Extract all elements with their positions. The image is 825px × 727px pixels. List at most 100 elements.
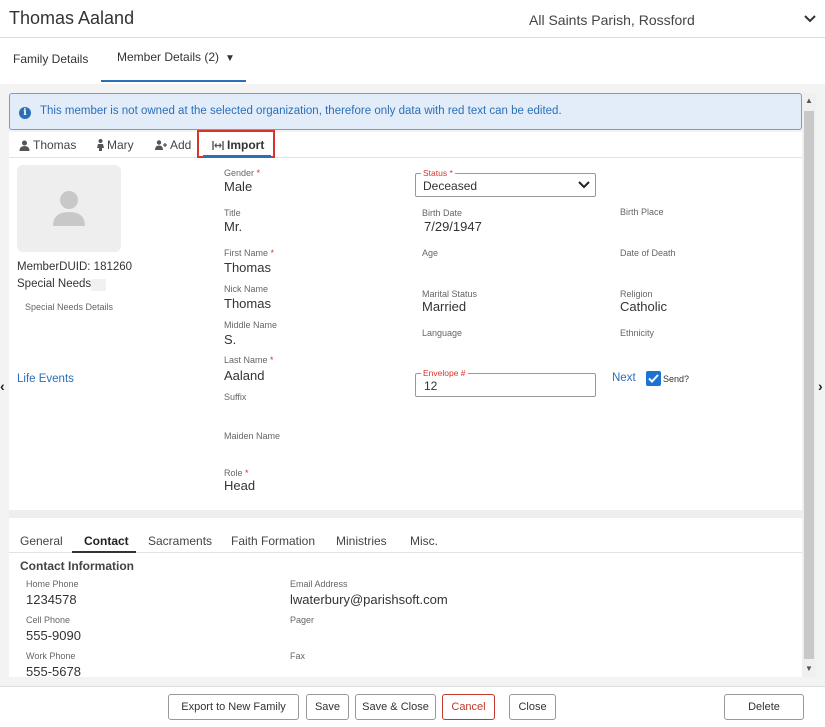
role-label-text: Role xyxy=(224,468,243,478)
avatar-icon xyxy=(53,191,85,226)
next-member-arrow-icon[interactable]: › xyxy=(818,378,823,394)
role-label: Role * xyxy=(224,468,249,478)
tab-faith-formation[interactable]: Faith Formation xyxy=(231,534,315,548)
required-marker: * xyxy=(449,168,453,178)
person-female-icon xyxy=(97,139,104,151)
chevron-down-icon[interactable] xyxy=(803,12,817,26)
religion-value: Catholic xyxy=(620,299,667,314)
member-tab-add[interactable]: Add xyxy=(155,138,191,152)
export-to-new-family-button[interactable]: Export to New Family xyxy=(168,694,299,720)
status-select[interactable]: Status * Deceased xyxy=(415,168,596,197)
email-value: lwaterbury@parishsoft.com xyxy=(290,592,448,607)
alert-text: This member is not owned at the selected… xyxy=(40,105,562,117)
send-checkbox[interactable] xyxy=(646,371,661,386)
birth-date-value: 7/29/1947 xyxy=(424,219,482,234)
tab-contact[interactable]: Contact xyxy=(84,534,129,548)
info-alert: i This member is not owned at the select… xyxy=(9,93,802,130)
first-name-label-text: First Name xyxy=(224,248,269,258)
pager-label: Pager xyxy=(290,615,315,625)
tab-ministries[interactable]: Ministries xyxy=(336,534,387,548)
tab-sacraments[interactable]: Sacraments xyxy=(148,534,212,548)
title-value: Mr. xyxy=(224,219,243,234)
cancel-button[interactable]: Cancel xyxy=(442,694,495,720)
last-name-value: Aaland xyxy=(224,368,265,383)
member-photo-placeholder[interactable] xyxy=(17,165,121,252)
special-needs-label: Special Needs xyxy=(17,278,92,290)
middle-name-value: S. xyxy=(224,332,237,347)
work-phone-value: 555-5678 xyxy=(26,664,81,679)
cell-phone-label: Cell Phone xyxy=(26,615,71,625)
maiden-name-label: Maiden Name xyxy=(224,431,281,441)
cell-phone-value: 555-9090 xyxy=(26,628,81,643)
nick-name-value: Thomas xyxy=(224,296,271,311)
gender-label-text: Gender xyxy=(224,168,255,178)
person-male-icon xyxy=(19,140,30,151)
required-marker: * xyxy=(256,168,261,178)
marital-status-label: Marital Status xyxy=(422,289,478,299)
tab-member-details[interactable]: Member Details (2) ▼ xyxy=(117,50,235,64)
envelope-number-field[interactable]: Envelope # 12 xyxy=(415,368,596,397)
birth-place-label: Birth Place xyxy=(620,207,664,217)
caret-down-icon[interactable]: ▼ xyxy=(225,53,235,64)
envelope-number-value: 12 xyxy=(424,379,438,393)
page-title: Thomas Aaland xyxy=(9,8,135,28)
birth-date-label: Birth Date xyxy=(422,208,463,218)
member-duid: MemberDUID: 181260 xyxy=(17,261,133,273)
next-envelope-link[interactable]: Next xyxy=(612,372,636,384)
member-tab-label: Mary xyxy=(107,138,134,152)
middle-name-label: Middle Name xyxy=(224,320,278,330)
info-icon: i xyxy=(19,107,31,119)
save-button[interactable]: Save xyxy=(306,694,349,720)
scroll-up-arrow-icon[interactable]: ▲ xyxy=(805,97,813,105)
special-needs-details-label: Special Needs Details xyxy=(25,302,114,312)
save-and-close-button[interactable]: Save & Close xyxy=(355,694,436,720)
active-detail-tab-indicator xyxy=(72,551,136,553)
import-highlight-box xyxy=(197,130,275,158)
required-marker: * xyxy=(245,468,249,478)
fax-label: Fax xyxy=(290,651,306,661)
title-label: Title xyxy=(224,208,241,218)
suffix-label: Suffix xyxy=(224,392,247,402)
status-value: Deceased xyxy=(423,179,478,193)
first-name-label: First Name * xyxy=(224,248,274,258)
status-label-text: Status xyxy=(423,168,448,178)
ethnicity-label: Ethnicity xyxy=(620,328,655,338)
active-member-tab-indicator xyxy=(203,155,271,157)
member-tab-label: Thomas xyxy=(33,138,77,152)
scrollbar[interactable]: ▲ ▼ xyxy=(802,93,816,677)
tab-misc[interactable]: Misc. xyxy=(410,534,438,548)
add-person-icon xyxy=(155,140,167,150)
scroll-down-arrow-icon[interactable]: ▼ xyxy=(805,665,813,673)
delete-button[interactable]: Delete xyxy=(724,694,804,720)
first-name-value: Thomas xyxy=(224,260,271,275)
required-marker: * xyxy=(270,248,275,258)
top-tabs: Family Details Member Details (2) ▼ xyxy=(0,38,825,84)
detail-tabs: General Contact Sacraments Faith Formati… xyxy=(9,530,802,553)
member-tabs: Thomas Mary Add Import xyxy=(9,132,802,158)
member-tab-mary[interactable]: Mary xyxy=(97,138,134,152)
life-events-link[interactable]: Life Events xyxy=(17,373,74,385)
gender-label: Gender * xyxy=(224,168,260,178)
gender-value: Male xyxy=(224,179,253,194)
section-divider xyxy=(9,510,802,518)
tab-general[interactable]: General xyxy=(20,534,63,548)
member-tab-thomas[interactable]: Thomas xyxy=(19,138,76,152)
close-button[interactable]: Close xyxy=(509,694,556,720)
send-label: Send? xyxy=(663,374,690,384)
tab-family-details[interactable]: Family Details xyxy=(13,52,88,66)
special-needs-checkbox[interactable] xyxy=(91,279,106,291)
checkmark-icon xyxy=(648,374,659,383)
age-label: Age xyxy=(422,248,439,258)
nick-name-label: Nick Name xyxy=(224,284,269,294)
language-label: Language xyxy=(422,328,463,338)
marital-status-value: Married xyxy=(422,299,467,314)
organization-selector-label[interactable]: All Saints Parish, Rossford xyxy=(529,12,695,28)
contact-information-heading: Contact Information xyxy=(20,559,134,573)
previous-member-arrow-icon[interactable]: ‹ xyxy=(0,378,5,394)
active-tab-indicator xyxy=(101,80,246,82)
role-value: Head xyxy=(224,478,256,493)
scroll-thumb[interactable] xyxy=(804,111,814,659)
religion-label: Religion xyxy=(620,289,653,299)
chevron-down-icon xyxy=(578,181,590,189)
required-marker: * xyxy=(270,355,274,365)
